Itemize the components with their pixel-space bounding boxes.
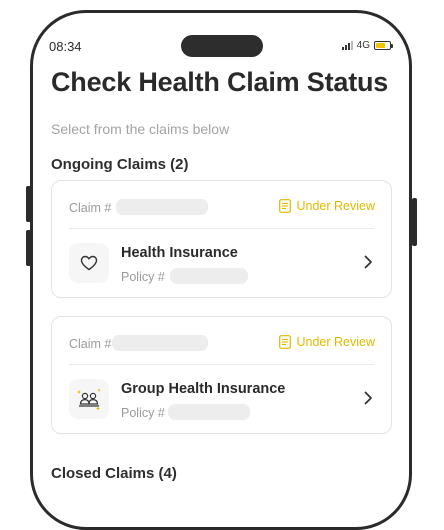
phone-side-button-upper — [26, 186, 31, 222]
claim-status-text: Under Review — [296, 335, 375, 349]
chevron-right-icon[interactable] — [363, 391, 373, 405]
claim-card-body[interactable]: Health Insurance Policy # — [52, 229, 391, 299]
battery-icon — [374, 41, 393, 50]
battery-level — [376, 43, 385, 48]
document-icon — [279, 199, 292, 213]
signal-icon — [341, 41, 353, 50]
claim-card-body[interactable]: Group Health Insurance Policy # — [52, 365, 391, 435]
closed-claims-heading: Closed Claims (4) — [51, 465, 177, 482]
plan-name: Group Health Insurance — [121, 381, 286, 397]
phone-power-button — [412, 198, 417, 246]
policy-number-redacted — [170, 268, 248, 284]
network-type: 4G — [356, 40, 370, 51]
claim-card[interactable]: Claim # Under Review Health Insurance Po… — [51, 180, 392, 298]
claim-number-label: Claim # — [69, 337, 112, 351]
chevron-right-icon[interactable] — [363, 255, 373, 269]
claim-number-redacted — [112, 335, 208, 351]
page-title: Check Health Claim Status — [51, 67, 389, 97]
claim-status: Under Review — [279, 199, 375, 213]
plan-name: Health Insurance — [121, 245, 238, 261]
status-bar: 08:34 4G — [33, 13, 409, 57]
claim-card-header: Claim # Under Review — [52, 181, 391, 229]
claim-status-text: Under Review — [296, 199, 375, 213]
page-subtitle: Select from the claims below — [51, 121, 230, 137]
policy-number-label: Policy # — [121, 270, 165, 284]
policy-number-redacted — [168, 404, 250, 420]
claim-number-label: Claim # — [69, 201, 112, 215]
system-icons: 4G — [341, 40, 393, 51]
dynamic-island — [181, 35, 263, 57]
claim-status: Under Review — [279, 335, 375, 349]
heart-icon — [69, 243, 109, 283]
claim-card[interactable]: Claim # Under Review Group Health Insura… — [51, 316, 392, 434]
document-icon — [279, 335, 292, 349]
app-screen: 08:34 4G Check Health Claim Status Selec… — [33, 13, 409, 489]
claim-card-header: Claim # Under Review — [52, 317, 391, 365]
status-time: 08:34 — [49, 39, 82, 54]
policy-number-label: Policy # — [121, 406, 165, 420]
ongoing-claims-heading: Ongoing Claims (2) — [51, 156, 189, 173]
group-people-icon — [69, 379, 109, 419]
claim-number-redacted — [116, 199, 208, 215]
phone-side-button-lower — [26, 230, 31, 266]
